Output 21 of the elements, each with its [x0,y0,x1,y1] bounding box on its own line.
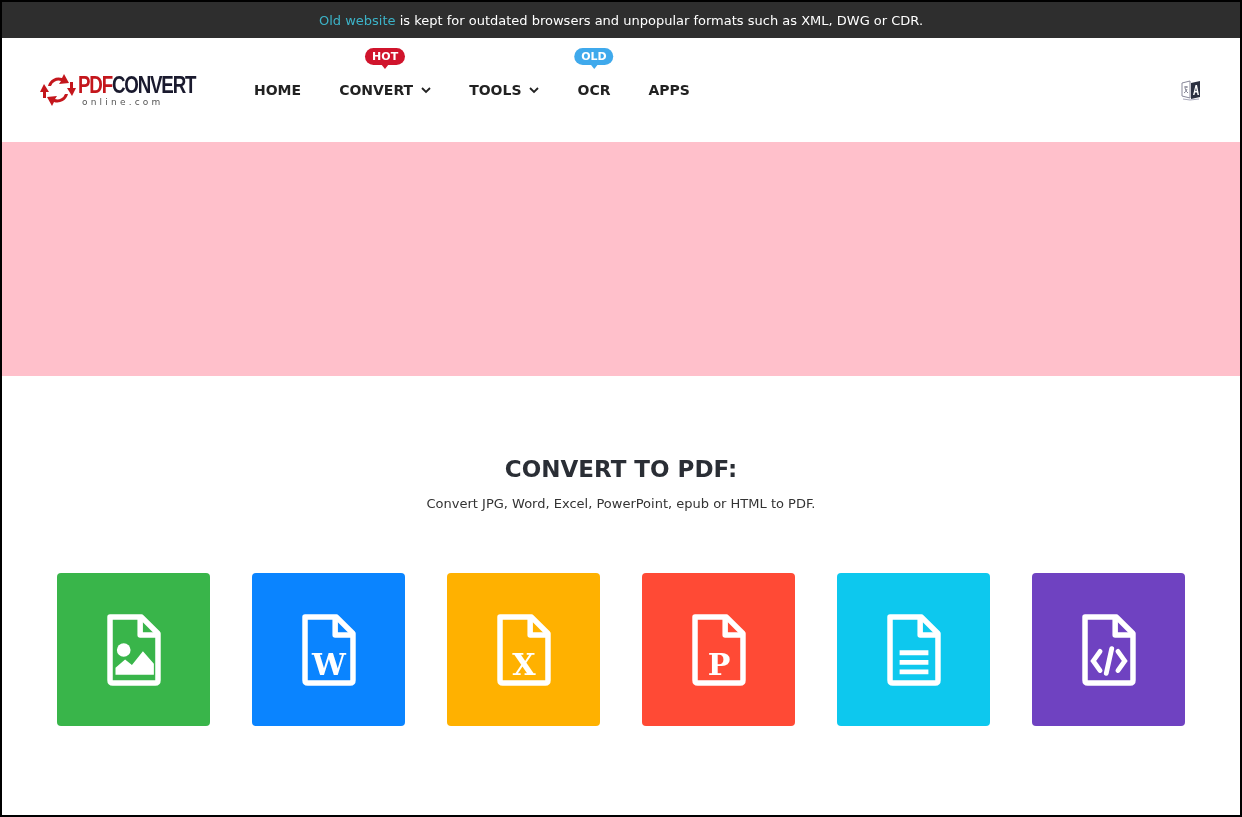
nav-link[interactable]: HOME [254,82,302,98]
converter-tile[interactable] [1032,573,1185,726]
converter-tile[interactable]: W [252,573,405,726]
converter-tile[interactable] [837,573,990,726]
logo-text[interactable]: PDF [78,73,112,97]
notice-text: Old website is kept for outdated browsers and unpopular formats such as XML, DWG or CDR. [318,12,924,28]
converter-tile[interactable] [57,573,210,726]
nav-link[interactable]: CONVERT [339,82,432,98]
nav-link[interactable]: APPS [648,82,690,98]
caret-icon [421,86,432,94]
section-title: CONVERT TO PDF: [504,456,738,482]
nav-link[interactable]: TOOLS [469,82,540,98]
logo-domain: online.com [82,97,165,107]
section-subtitle: Convert JPG, Word, Excel, PowerPoint, epub or HTML to PDF. [426,496,816,511]
old-website-link[interactable]: Old website [318,12,396,28]
nav-link[interactable]: OCR [577,82,611,98]
caret-icon [529,86,540,94]
translate-icon [1180,79,1202,101]
logo-icon [40,72,76,108]
translate-button[interactable] [1180,79,1202,101]
logo-text[interactable]: CONVERT [111,73,196,97]
